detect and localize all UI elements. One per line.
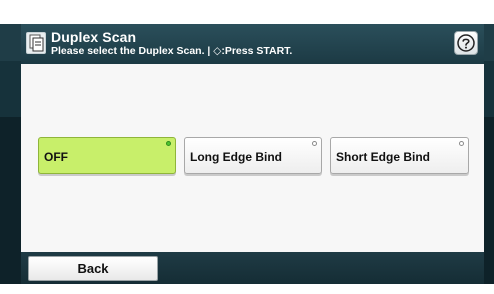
device-bezel-right	[484, 24, 494, 284]
device-bezel-bottom	[0, 284, 494, 294]
question-mark-icon	[457, 34, 475, 52]
title-bar: Duplex Scan Please select the Duplex Sca…	[21, 24, 484, 64]
footer-bar: Back	[21, 252, 484, 284]
option-label: Long Edge Bind	[190, 150, 282, 164]
page-title: Duplex Scan	[51, 29, 137, 45]
option-short-edge-bind-button[interactable]: Short Edge Bind	[330, 137, 469, 174]
device-bezel-top	[0, 0, 494, 24]
help-button[interactable]	[454, 31, 478, 55]
instruction-text: Please select the Duplex Scan. | ◇:Press…	[51, 45, 293, 57]
device-bezel-left	[0, 24, 21, 284]
back-button[interactable]: Back	[28, 256, 158, 281]
option-long-edge-bind-button[interactable]: Long Edge Bind	[184, 137, 322, 174]
unselected-indicator-icon	[459, 141, 464, 146]
selected-indicator-icon	[166, 141, 171, 146]
option-label: OFF	[44, 150, 68, 164]
panel-screen: Duplex Scan Please select the Duplex Sca…	[21, 24, 484, 284]
unselected-indicator-icon	[312, 141, 317, 146]
option-off-button[interactable]: OFF	[38, 137, 176, 174]
option-label: Short Edge Bind	[336, 150, 430, 164]
duplex-scan-icon	[26, 32, 46, 54]
option-area: OFF Long Edge Bind Short Edge Bind	[21, 64, 484, 252]
